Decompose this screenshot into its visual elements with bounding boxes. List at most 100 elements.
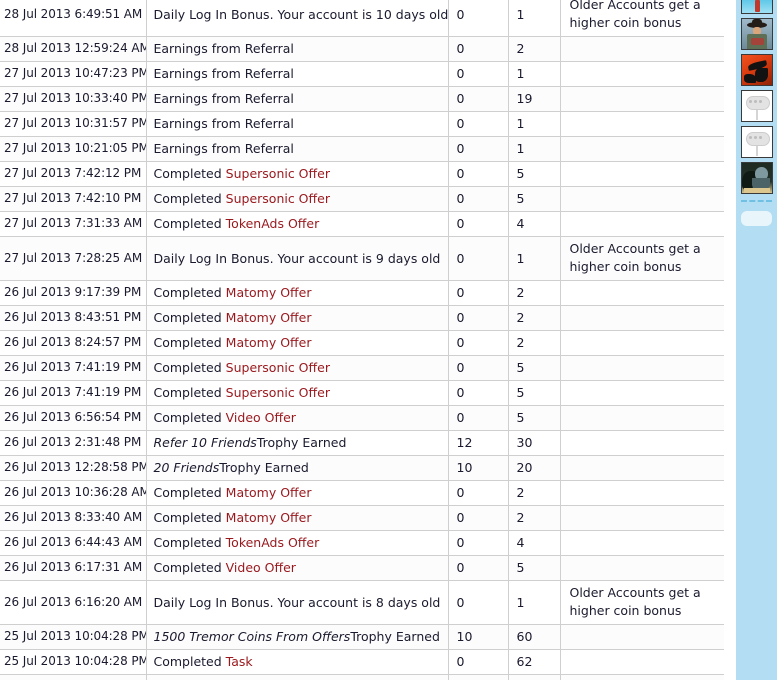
cell-coins: 2 bbox=[508, 505, 561, 531]
table-row[interactable]: 26 Jul 2013 10:36:28 AM Completed Matomy … bbox=[0, 480, 724, 506]
cell-note bbox=[560, 380, 724, 406]
table-row[interactable]: 27 Jul 2013 7:42:10 PM Completed Superson… bbox=[0, 186, 724, 212]
table-row[interactable]: 27 Jul 2013 10:47:23 PM Earnings from Ref… bbox=[0, 61, 724, 87]
offer-link[interactable]: Matomy Offer bbox=[226, 335, 312, 350]
table-row[interactable]: 25 Jul 2013 10:04:28 PM Completed Task 0 62 bbox=[0, 649, 724, 675]
thumbnail-sky-figure[interactable] bbox=[740, 0, 773, 14]
table-row[interactable]: 26 Jul 2013 2:31:48 PM Refer 10 FriendsTr… bbox=[0, 430, 724, 456]
offer-link[interactable]: Supersonic Offer bbox=[226, 385, 330, 400]
table-row[interactable]: 26 Jul 2013 7:41:19 PM Completed Superson… bbox=[0, 380, 724, 406]
table-row[interactable]: 26 Jul 2013 9:17:39 PM Completed Matomy O… bbox=[0, 280, 724, 306]
cell-description: 20 FriendsTrophy Earned bbox=[146, 455, 449, 481]
description-text: Completed bbox=[153, 310, 226, 325]
cell-note bbox=[560, 674, 724, 680]
description-text: Completed bbox=[153, 560, 226, 575]
cell-note bbox=[560, 624, 724, 650]
cell-date: 26 Jul 2013 6:56:54 PM bbox=[0, 405, 147, 431]
cell-description: Completed Matomy Offer bbox=[146, 480, 449, 506]
description-text: Completed bbox=[153, 166, 226, 181]
cell-gems: 0 bbox=[448, 280, 509, 306]
thumbnail-creature[interactable] bbox=[740, 162, 773, 194]
cell-description: Completed Matomy Offer bbox=[146, 330, 449, 356]
offer-link[interactable]: Supersonic Offer bbox=[226, 360, 330, 375]
cell-gems: 0 bbox=[448, 674, 509, 680]
thumbnail-controller-2[interactable] bbox=[740, 126, 773, 158]
description-text: Earnings from Referral bbox=[153, 91, 294, 106]
cell-description: Earnings from Referral bbox=[146, 61, 449, 87]
offer-link[interactable]: Supersonic Offer bbox=[226, 166, 330, 181]
description-text: Completed bbox=[153, 335, 226, 350]
thumbnail-controller-1[interactable] bbox=[740, 90, 773, 122]
description-text: Completed bbox=[153, 654, 226, 669]
offer-link[interactable]: Matomy Offer bbox=[226, 510, 312, 525]
table-row[interactable]: 27 Jul 2013 7:31:33 AM Completed TokenAds… bbox=[0, 211, 724, 237]
table-row[interactable]: 27 Jul 2013 7:42:12 PM Completed Superson… bbox=[0, 161, 724, 187]
offer-link[interactable]: TokenAds Offer bbox=[226, 535, 320, 550]
thumbnail-dragon[interactable] bbox=[740, 54, 773, 86]
arm-icon bbox=[750, 38, 764, 45]
cell-description: Completed Video Offer bbox=[146, 405, 449, 431]
cell-coins: 19 bbox=[508, 86, 561, 112]
cell-note: Older Accounts get a higher coin bonus bbox=[560, 236, 724, 281]
cell-date: 28 Jul 2013 12:59:24 AM bbox=[0, 36, 147, 62]
table-row[interactable]: 27 Jul 2013 10:31:57 PM Earnings from Ref… bbox=[0, 111, 724, 137]
cell-note bbox=[560, 530, 724, 556]
description-text: Earnings from Referral bbox=[153, 41, 294, 56]
cell-date: 26 Jul 2013 8:33:40 AM bbox=[0, 505, 147, 531]
table-row[interactable]: 25 Jul 2013 10:04:28 PM 1500 Tremor Coins… bbox=[0, 624, 724, 650]
cell-date: 26 Jul 2013 7:41:19 PM bbox=[0, 380, 147, 406]
table-row[interactable]: 26 Jul 2013 6:44:43 AM Completed TokenAds… bbox=[0, 530, 724, 556]
description-text: Earnings from Referral bbox=[153, 116, 294, 131]
offer-link[interactable]: Matomy Offer bbox=[226, 485, 312, 500]
table-row[interactable]: 26 Jul 2013 6:16:20 AM Daily Log In Bonus… bbox=[0, 580, 724, 625]
cell-description: Completed Supersonic Offer bbox=[146, 186, 449, 212]
table-row[interactable]: 26 Jul 2013 6:17:31 AM Completed Video Of… bbox=[0, 555, 724, 581]
trophy-suffix: Trophy Earned bbox=[219, 460, 309, 475]
cell-date: 26 Jul 2013 2:31:48 PM bbox=[0, 430, 147, 456]
table-row[interactable]: 26 Jul 2013 12:28:58 PM 20 FriendsTrophy … bbox=[0, 455, 724, 481]
offer-link[interactable]: Video Offer bbox=[226, 410, 296, 425]
table-row[interactable]: 25 Jul 2013 9:55:07 PMCompleted Task062 bbox=[0, 674, 724, 680]
dragon-body-icon bbox=[754, 68, 768, 82]
table-row[interactable]: 26 Jul 2013 8:43:51 PM Completed Matomy O… bbox=[0, 305, 724, 331]
table-row[interactable]: 27 Jul 2013 7:28:25 AM Daily Log In Bonus… bbox=[0, 236, 724, 281]
table-row[interactable]: 28 Jul 2013 12:59:24 AM Earnings from Ref… bbox=[0, 36, 724, 62]
cell-description: Earnings from Referral bbox=[146, 36, 449, 62]
activity-log-table-wrapper: 28 Jul 2013 6:49:51 AM Daily Log In Bonus… bbox=[0, 0, 724, 680]
table-row[interactable]: 28 Jul 2013 6:49:51 AM Daily Log In Bonus… bbox=[0, 0, 724, 37]
offer-link[interactable]: Supersonic Offer bbox=[226, 191, 330, 206]
sidebar-button[interactable] bbox=[741, 211, 772, 226]
cell-coins: 1 bbox=[508, 580, 561, 625]
cell-description: Earnings from Referral bbox=[146, 111, 449, 137]
cell-date: 27 Jul 2013 10:21:05 PM bbox=[0, 136, 147, 162]
table-row[interactable]: 26 Jul 2013 8:24:57 PM Completed Matomy O… bbox=[0, 330, 724, 356]
cell-date: 26 Jul 2013 9:17:39 PM bbox=[0, 280, 147, 306]
cell-gems: 0 bbox=[448, 236, 509, 281]
table-row[interactable]: 27 Jul 2013 10:21:05 PM Earnings from Ref… bbox=[0, 136, 724, 162]
cell-date: 27 Jul 2013 7:42:10 PM bbox=[0, 186, 147, 212]
cell-gems: 0 bbox=[448, 530, 509, 556]
table-row[interactable]: 26 Jul 2013 8:33:40 AM Completed Matomy O… bbox=[0, 505, 724, 531]
cell-description: Completed Task bbox=[146, 674, 449, 680]
offer-link[interactable]: Task bbox=[226, 654, 253, 669]
cell-gems: 10 bbox=[448, 624, 509, 650]
offer-link[interactable]: Video Offer bbox=[226, 560, 296, 575]
cell-date: 25 Jul 2013 9:55:07 PM bbox=[0, 674, 147, 680]
cell-date: 27 Jul 2013 10:47:23 PM bbox=[0, 61, 147, 87]
description-text: Completed bbox=[153, 535, 226, 550]
cell-gems: 0 bbox=[448, 111, 509, 137]
table-row[interactable]: 26 Jul 2013 6:56:54 PM Completed Video Of… bbox=[0, 405, 724, 431]
cell-date: 26 Jul 2013 6:44:43 AM bbox=[0, 530, 147, 556]
offer-link[interactable]: TokenAds Offer bbox=[226, 216, 320, 231]
cell-description: Completed Supersonic Offer bbox=[146, 380, 449, 406]
table-row[interactable]: 27 Jul 2013 10:33:40 PM Earnings from Ref… bbox=[0, 86, 724, 112]
cell-gems: 0 bbox=[448, 580, 509, 625]
table-row[interactable]: 26 Jul 2013 7:41:19 PM Completed Superson… bbox=[0, 355, 724, 381]
cell-description: Daily Log In Bonus. Your account is 10 d… bbox=[146, 0, 449, 37]
thumbnail-cowboy[interactable] bbox=[740, 18, 773, 50]
offer-link[interactable]: Matomy Offer bbox=[226, 310, 312, 325]
cell-gems: 0 bbox=[448, 186, 509, 212]
controller-buttons-icon bbox=[748, 100, 765, 104]
sidebar-divider bbox=[741, 200, 772, 202]
offer-link[interactable]: Matomy Offer bbox=[226, 285, 312, 300]
